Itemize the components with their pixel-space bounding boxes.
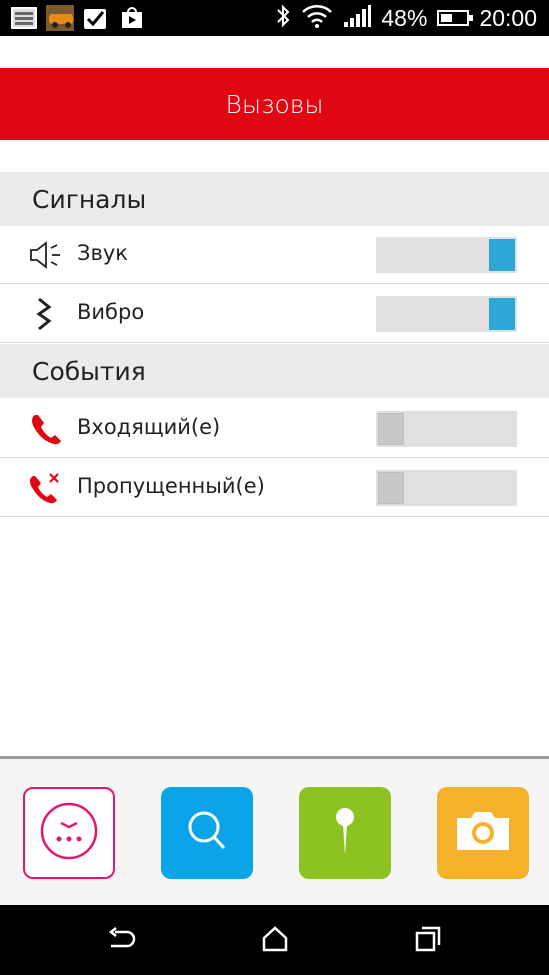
watch-button[interactable] — [23, 787, 115, 879]
camera-button[interactable] — [437, 787, 529, 879]
setting-row-incoming: Входящий(е) — [0, 400, 549, 458]
play-store-notification-icon — [118, 5, 146, 31]
clock: 20:00 — [479, 4, 537, 31]
vibrate-icon — [28, 297, 64, 331]
status-bar: 48% 20:00 — [0, 0, 549, 36]
car-photo-notification-icon — [46, 5, 74, 31]
toggle-knob — [378, 472, 404, 504]
home-icon — [261, 926, 289, 956]
incoming-toggle[interactable] — [376, 411, 517, 447]
checkbox-notification-icon — [82, 5, 110, 31]
search-icon — [182, 806, 232, 860]
sound-toggle[interactable] — [376, 237, 517, 273]
signal-icon — [343, 4, 372, 32]
title-bar: Вызовы — [0, 68, 549, 140]
watch-icon — [39, 801, 99, 865]
toggle-knob — [489, 298, 515, 330]
setting-label: Вибро — [77, 300, 145, 324]
setting-row-vibro: Вибро — [0, 285, 549, 343]
toggle-knob — [378, 413, 404, 445]
wifi-icon — [301, 3, 333, 33]
toggle-knob — [489, 239, 515, 271]
section-title: Сигналы — [32, 184, 147, 214]
vibro-toggle[interactable] — [376, 296, 517, 332]
location-button[interactable] — [299, 787, 391, 879]
setting-row-missed: Пропущенный(е) — [0, 459, 549, 517]
setting-label: Звук — [77, 241, 128, 265]
gallery-notification-icon — [10, 5, 38, 31]
battery-percent: 48% — [381, 4, 428, 31]
bottom-dock — [0, 759, 549, 905]
back-button[interactable] — [102, 924, 142, 958]
page-title: Вызовы — [225, 89, 324, 119]
setting-label: Пропущенный(е) — [77, 474, 265, 498]
section-title: События — [32, 356, 146, 386]
missed-toggle[interactable] — [376, 470, 517, 506]
back-icon — [107, 927, 137, 955]
section-header-events: События — [0, 344, 549, 398]
setting-label: Входящий(е) — [77, 415, 221, 439]
pin-icon — [325, 803, 365, 863]
recents-icon — [414, 925, 442, 957]
incoming-call-icon — [28, 413, 64, 445]
missed-call-icon — [28, 472, 64, 504]
navigation-bar — [0, 905, 549, 975]
setting-row-sound: Звук — [0, 226, 549, 284]
recents-button[interactable] — [408, 924, 448, 958]
camera-icon — [453, 808, 513, 858]
section-header-signals: Сигналы — [0, 172, 549, 226]
battery-icon — [437, 10, 474, 26]
bluetooth-icon — [275, 3, 291, 33]
search-button[interactable] — [161, 787, 253, 879]
home-button[interactable] — [255, 924, 295, 958]
speaker-icon — [28, 239, 64, 271]
